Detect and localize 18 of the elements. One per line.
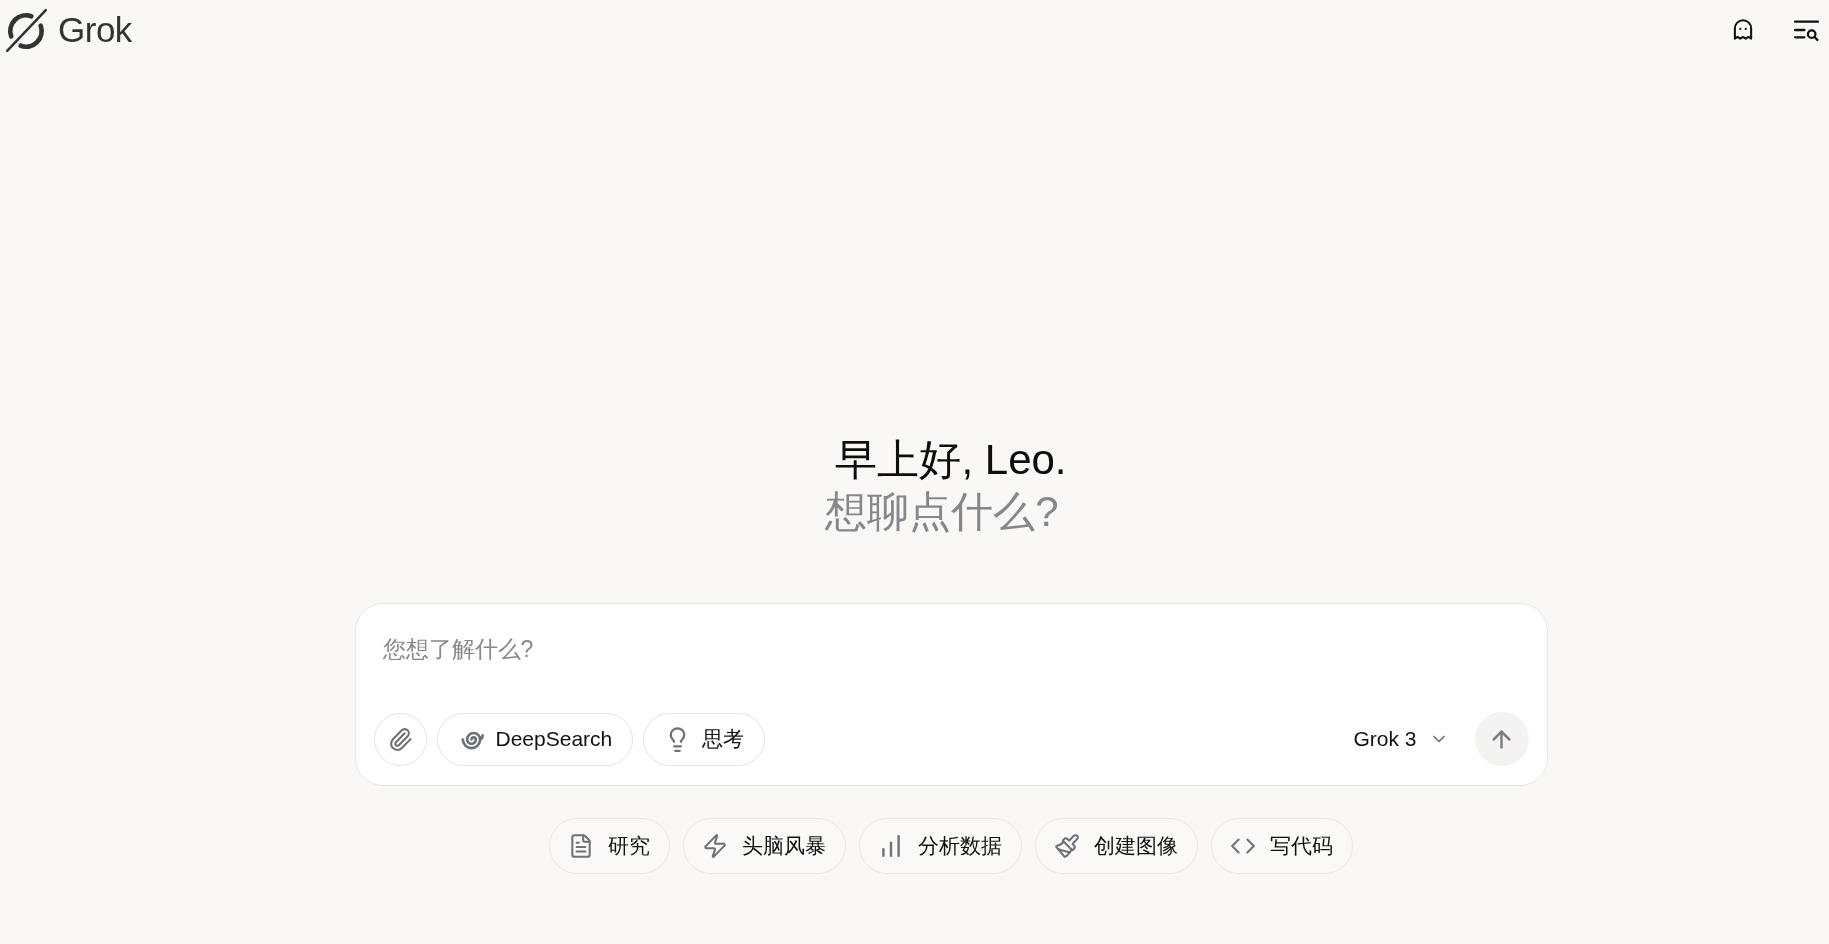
message-input[interactable]: 您想了解什么? — [382, 633, 983, 665]
tool-button[interactable]: 思考 — [643, 712, 766, 766]
menu-search-icon — [1792, 18, 1820, 42]
greeting-subtitle: 想聊点什么? — [825, 487, 1059, 537]
logo-icon — [4, 7, 50, 53]
suggestion-button[interactable]: 头脑风暴 — [683, 818, 846, 874]
paintbrush-icon — [1054, 833, 1080, 859]
document-icon — [568, 833, 594, 859]
paperclip-icon — [387, 726, 413, 752]
lightning-icon — [702, 833, 728, 859]
suggestion-button[interactable]: 写代码 — [1211, 818, 1353, 874]
suggestion-button[interactable]: 研究 — [549, 818, 670, 874]
tool-button[interactable]: DeepSearch — [436, 712, 634, 766]
logo-link[interactable]: Grok — [4, 7, 132, 53]
suggestion-button[interactable]: 创建图像 — [1035, 818, 1198, 874]
suggestion-button[interactable]: 分析数据 — [859, 818, 1022, 874]
model-selector[interactable]: Grok 3 — [1347, 717, 1455, 761]
greeting-title: 早上好, Leo. — [835, 435, 1067, 485]
